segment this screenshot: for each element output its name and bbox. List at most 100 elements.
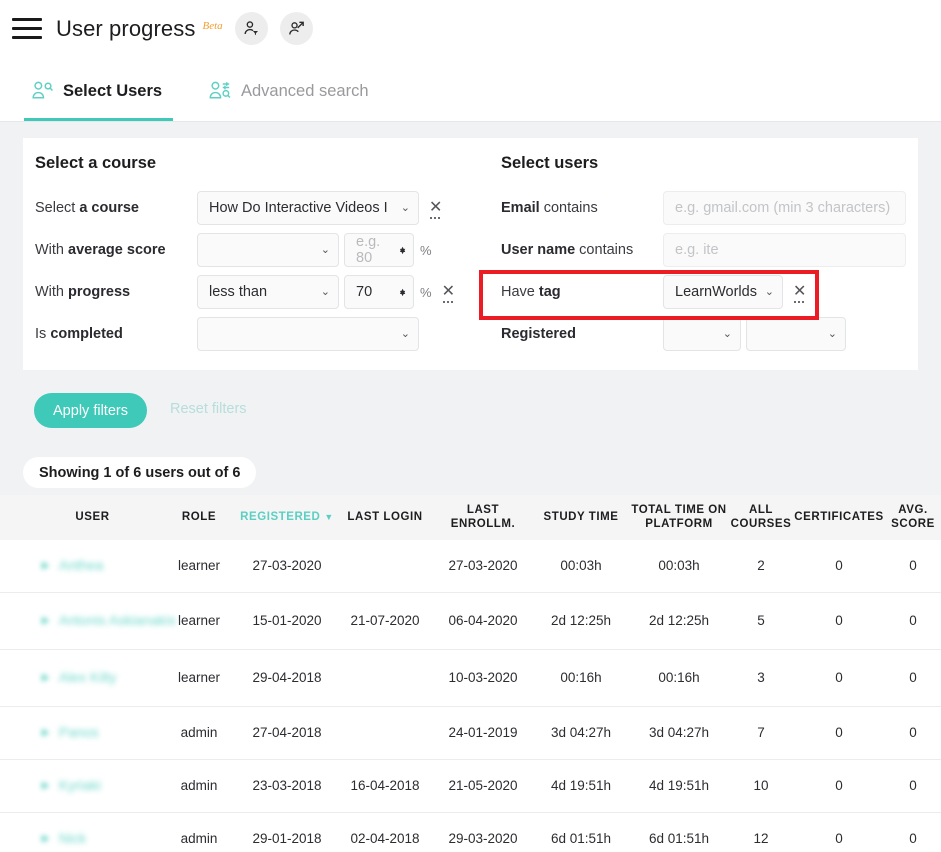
expand-row-icon[interactable]: ▶ bbox=[42, 833, 49, 844]
cell-user[interactable]: ▶ Alex Kilty bbox=[20, 650, 187, 706]
tab-select-users[interactable]: Select Users bbox=[30, 71, 162, 111]
cell-study-time: 00:03h bbox=[560, 557, 602, 573]
user-name: Antonis Askianakis bbox=[58, 612, 176, 629]
average-score-placeholder: e.g. 80 bbox=[356, 234, 381, 266]
registered-to-select[interactable]: ⌄ bbox=[746, 317, 846, 351]
clear-course-button[interactable]: ✕ bbox=[429, 200, 442, 219]
column-header-last-enrollment[interactable]: LAST ENROLLM. bbox=[433, 495, 533, 540]
cell-last-enrollment: 29-03-2020 bbox=[448, 830, 518, 846]
filter-row-email-contains: Email contains e.g. gmail.com (min 3 cha… bbox=[501, 191, 911, 225]
expand-row-icon[interactable]: ▶ bbox=[42, 672, 49, 683]
select-course-heading: Select a course bbox=[35, 154, 157, 172]
clear-tag-button[interactable]: ✕ bbox=[793, 284, 806, 303]
tab-advanced-search-label: Advanced search bbox=[241, 81, 369, 100]
column-header-study-time[interactable]: STUDY TIME bbox=[533, 495, 629, 540]
progress-label: With progress bbox=[35, 284, 131, 300]
cell-registered: 15-01-2020 bbox=[252, 612, 322, 628]
column-header-all-courses[interactable]: ALL COURSES bbox=[729, 495, 793, 540]
column-header-label: STUDY TIME bbox=[543, 510, 619, 523]
have-tag-label: Have tag bbox=[501, 284, 561, 300]
cell-user[interactable]: ▶ Kyriaki bbox=[20, 760, 187, 812]
column-header-label: USER bbox=[75, 510, 110, 523]
filter-row-select-course: Select a course How Do Interactive Video… bbox=[35, 191, 485, 225]
is-completed-label: Is completed bbox=[35, 326, 123, 342]
column-header-label: ROLE bbox=[181, 510, 217, 523]
table-row[interactable]: ▶ Alex Kilty learner 29-04-2018 10-03-2020 00… bbox=[0, 650, 941, 707]
progress-value-input[interactable]: 70 ▲ ▼ bbox=[344, 275, 414, 309]
chevron-down-icon: ⌄ bbox=[400, 201, 410, 214]
email-contains-input[interactable]: e.g. gmail.com (min 3 characters) bbox=[663, 191, 906, 225]
spinner-arrows-icon[interactable]: ▲ ▼ bbox=[398, 245, 407, 256]
username-contains-label: User name contains bbox=[501, 242, 634, 258]
cell-user[interactable]: ▶ Nick bbox=[20, 813, 187, 852]
tab-advanced-search[interactable]: Advanced search bbox=[208, 71, 369, 111]
column-header-registered[interactable]: REGISTERED ▼ bbox=[237, 495, 337, 540]
username-contains-placeholder: e.g. ite bbox=[675, 242, 719, 258]
chevron-down-icon: ⌄ bbox=[320, 285, 330, 298]
cell-role: learner bbox=[177, 557, 221, 573]
expand-row-icon[interactable]: ▶ bbox=[42, 727, 49, 738]
reset-filters-button[interactable]: Reset filters bbox=[170, 401, 247, 417]
cell-last-enrollment: 21-05-2020 bbox=[448, 777, 518, 793]
apply-filters-button[interactable]: Apply filters bbox=[34, 393, 147, 428]
showing-count-label: Showing 1 of 6 users out of 6 bbox=[23, 457, 257, 488]
cell-user[interactable]: ▶ Antonis Askianakis bbox=[20, 593, 187, 649]
filter-row-average-score: With average score ⌄ e.g. 80 ▲ ▼ % bbox=[35, 233, 485, 267]
table-header-row: USER ROLE REGISTERED ▼ LAST LOGIN LAST ENROLL… bbox=[0, 495, 941, 540]
course-select-value: How Do Interactive Videos I bbox=[209, 200, 388, 216]
user-filter-button[interactable] bbox=[234, 12, 268, 45]
hamburger-menu-icon[interactable] bbox=[12, 17, 42, 40]
have-tag-select[interactable]: LearnWorlds ⌄ bbox=[663, 275, 783, 309]
cell-registered: 27-03-2020 bbox=[252, 557, 322, 573]
username-contains-input[interactable]: e.g. ite bbox=[663, 233, 906, 267]
column-header-label: CERTIFICATES bbox=[794, 510, 884, 523]
progress-operator-select[interactable]: less than ⌄ bbox=[197, 275, 339, 309]
cell-role: admin bbox=[180, 777, 218, 793]
cell-role: learner bbox=[177, 612, 221, 628]
user-export-button[interactable] bbox=[279, 12, 313, 45]
progress-unit: % bbox=[420, 284, 432, 300]
registered-from-select[interactable]: ⌄ bbox=[663, 317, 741, 351]
cell-avg-score: 0 bbox=[909, 612, 917, 628]
table-row[interactable]: ▶ Kyriaki admin 23-03-2018 16-04-2018 21-05-2… bbox=[0, 760, 941, 813]
spinner-arrows-icon[interactable]: ▲ ▼ bbox=[398, 287, 407, 298]
expand-row-icon[interactable]: ▶ bbox=[42, 560, 49, 571]
sort-descending-icon: ▼ bbox=[324, 512, 334, 523]
is-completed-select[interactable]: ⌄ bbox=[197, 317, 419, 351]
table-body: ▶ Anthea learner 27-03-2020 27-03-2020 00:03h… bbox=[0, 540, 941, 852]
cell-last-enrollment: 27-03-2020 bbox=[448, 557, 518, 573]
cell-last-login bbox=[337, 540, 433, 592]
cell-user[interactable]: ▶ Panos bbox=[20, 707, 187, 759]
average-score-operator-select[interactable]: ⌄ bbox=[197, 233, 339, 267]
column-header-certificates[interactable]: CERTIFICATES bbox=[793, 495, 885, 540]
table-row[interactable]: ▶ Antonis Askianakis learner 15-01-2020 21-0… bbox=[0, 593, 941, 650]
column-header-label: REGISTERED bbox=[240, 510, 321, 523]
cell-avg-score: 0 bbox=[909, 724, 917, 740]
average-score-input[interactable]: e.g. 80 ▲ ▼ bbox=[344, 233, 414, 267]
column-header-last-login[interactable]: LAST LOGIN bbox=[337, 495, 433, 540]
cell-all-courses: 10 bbox=[753, 777, 769, 793]
cell-last-enrollment: 10-03-2020 bbox=[448, 669, 518, 685]
cell-study-time: 3d 04:27h bbox=[550, 724, 612, 740]
cell-study-time: 6d 01:51h bbox=[550, 830, 612, 846]
expand-row-icon[interactable]: ▶ bbox=[42, 780, 49, 791]
clear-progress-button[interactable]: ✕ bbox=[442, 284, 455, 303]
table-row[interactable]: ▶ Panos admin 27-04-2018 24-01-2019 3d 04:27h… bbox=[0, 707, 941, 760]
chevron-down-icon: ⌄ bbox=[722, 327, 732, 340]
cell-last-enrollment: 06-04-2020 bbox=[448, 612, 518, 628]
cell-last-login bbox=[337, 707, 433, 759]
column-header-user[interactable]: USER bbox=[20, 495, 165, 540]
column-header-label: AVG. SCORE bbox=[891, 504, 935, 530]
table-row[interactable]: ▶ Nick admin 29-01-2018 02-04-2018 29-03-2020… bbox=[0, 813, 941, 852]
column-header-role[interactable]: ROLE bbox=[165, 495, 233, 540]
chevron-down-icon: ⌄ bbox=[400, 327, 410, 340]
column-header-label: ALL COURSES bbox=[730, 504, 792, 530]
expand-row-icon[interactable]: ▶ bbox=[42, 615, 49, 626]
table-row[interactable]: ▶ Anthea learner 27-03-2020 27-03-2020 00:03h… bbox=[0, 540, 941, 593]
column-header-avg-score[interactable]: AVG. SCORE bbox=[885, 495, 941, 540]
course-select[interactable]: How Do Interactive Videos I ⌄ bbox=[197, 191, 419, 225]
cell-certificates: 0 bbox=[835, 612, 843, 628]
cell-user[interactable]: ▶ Anthea bbox=[20, 540, 187, 592]
column-header-total-time-on-platform[interactable]: TOTAL TIME ON PLATFORM bbox=[629, 495, 729, 540]
average-score-unit: % bbox=[420, 242, 432, 258]
